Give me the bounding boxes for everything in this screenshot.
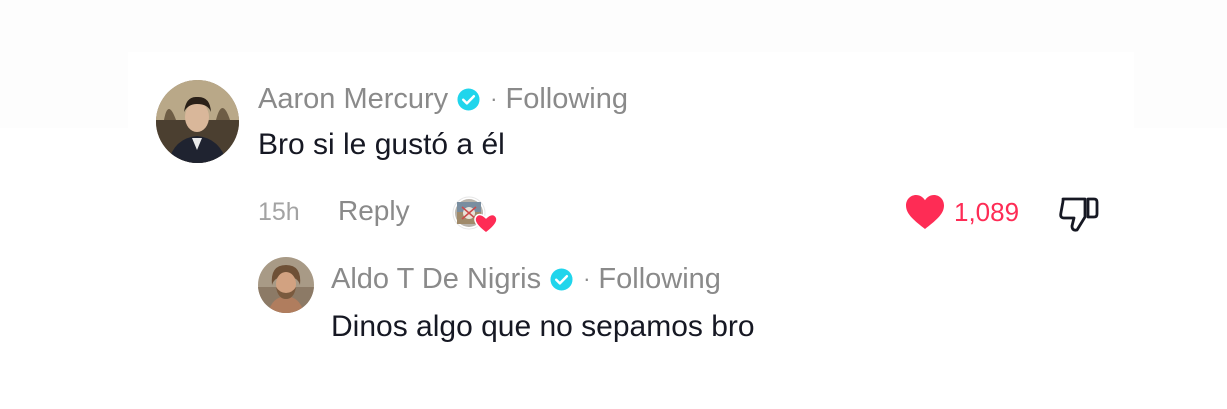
reply-button[interactable]: Reply xyxy=(338,195,410,227)
avatar-aaron-mercury[interactable] xyxy=(156,80,239,163)
thumbs-down-icon[interactable] xyxy=(1057,194,1101,234)
comment-text: Bro si le gustó a él xyxy=(258,128,505,161)
reply-header: Aldo T De Nigris · Following xyxy=(331,260,721,298)
verified-badge-icon xyxy=(457,87,480,111)
reply-author-name[interactable]: Aldo T De Nigris xyxy=(331,263,541,296)
like-count: 1,089 xyxy=(954,196,1020,227)
heart-icon xyxy=(904,193,946,231)
avatar-aldo-t-de-nigris[interactable] xyxy=(258,257,314,313)
comment-timestamp: 15h xyxy=(258,198,300,226)
creator-liked-icon xyxy=(452,193,498,235)
comment-header: Aaron Mercury · Following xyxy=(258,80,628,118)
separator-dot: · xyxy=(583,266,591,291)
like-button[interactable]: 1,089 xyxy=(904,193,1019,231)
reply-following-label[interactable]: Following xyxy=(598,263,721,296)
reply-text: Dinos algo que no sepamos bro xyxy=(331,310,755,343)
separator-dot: · xyxy=(490,86,498,111)
verified-badge-icon xyxy=(550,267,573,291)
following-label[interactable]: Following xyxy=(506,83,629,116)
author-name[interactable]: Aaron Mercury xyxy=(258,83,448,116)
